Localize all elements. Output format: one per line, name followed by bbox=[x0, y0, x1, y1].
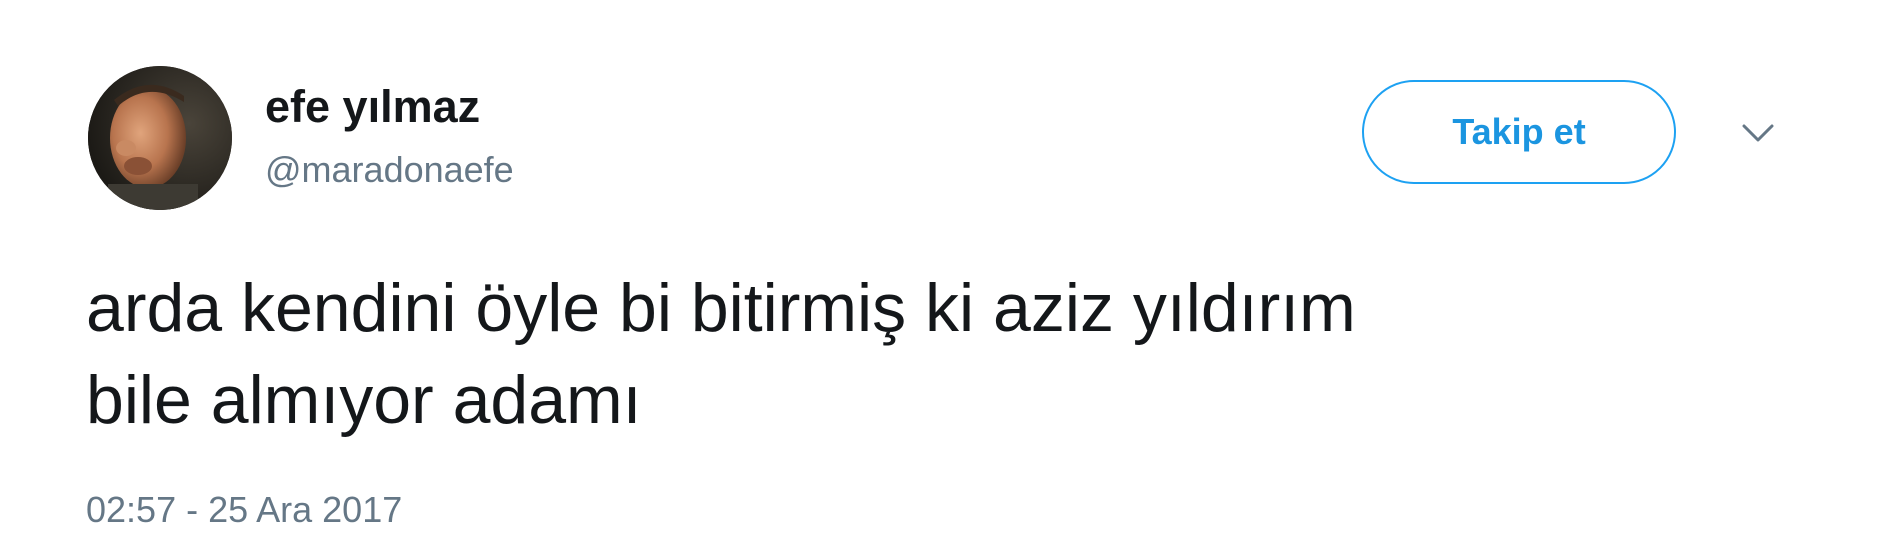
follow-button-label: Takip et bbox=[1452, 111, 1586, 152]
tweet-text: arda kendini öyle bi bitirmiş ki aziz yı… bbox=[86, 262, 1786, 446]
tweet-card: efe yılmaz @maradonaefe Takip et arda ke… bbox=[0, 0, 1879, 555]
chevron-down-icon[interactable] bbox=[1738, 118, 1778, 148]
avatar-image bbox=[88, 66, 232, 210]
tweet-timestamp[interactable]: 02:57 - 25 Ara 2017 bbox=[86, 488, 402, 532]
author-avatar[interactable] bbox=[88, 66, 232, 210]
author-display-name[interactable]: efe yılmaz bbox=[265, 80, 480, 134]
tweet-text-line: bile almıyor adamı bbox=[86, 362, 642, 438]
tweet-text-line: arda kendini öyle bi bitirmiş ki aziz yı… bbox=[86, 270, 1356, 346]
follow-button[interactable]: Takip et bbox=[1362, 80, 1676, 184]
author-username[interactable]: @maradonaefe bbox=[265, 148, 514, 192]
